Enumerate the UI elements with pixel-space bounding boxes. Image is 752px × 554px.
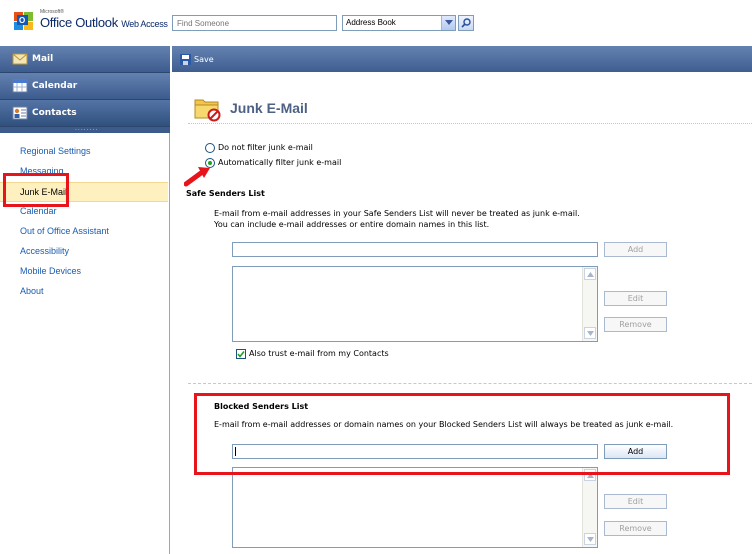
nav-item-accessibility[interactable]: Accessibility — [0, 242, 168, 262]
search-button[interactable] — [458, 15, 474, 31]
red-arrow-icon — [184, 167, 210, 187]
nav-calendar-button[interactable]: Calendar — [0, 73, 170, 100]
blocked-senders-highlight-box — [194, 393, 730, 475]
safe-senders-desc-line1: E-mail from e-mail addresses in your Saf… — [214, 209, 580, 218]
contacts-icon — [12, 106, 28, 120]
address-book-select[interactable]: Address Book — [342, 15, 456, 31]
logo-product-name: Office Outlook — [40, 15, 118, 30]
scroll-down-icon[interactable] — [584, 533, 596, 545]
nav-mail-button[interactable]: Mail — [0, 46, 170, 73]
chevron-down-icon[interactable] — [441, 16, 455, 30]
grip-dots: ........ — [75, 125, 99, 132]
radio-do-not-filter-label: Do not filter junk e-mail — [218, 143, 313, 152]
trust-contacts-label: Also trust e-mail from my Contacts — [249, 349, 389, 358]
safe-senders-input[interactable] — [232, 242, 598, 257]
calendar-icon — [12, 79, 28, 93]
address-book-label: Address Book — [346, 18, 396, 27]
safe-senders-desc-line2: You can include e-mail addresses or enti… — [214, 220, 490, 229]
blocked-edit-button[interactable]: Edit — [604, 494, 667, 509]
scroll-up-icon[interactable] — [584, 268, 596, 280]
nav-item-mobile-devices[interactable]: Mobile Devices — [0, 262, 168, 282]
left-navigation: Mail Calendar Contacts ........ Regional… — [0, 46, 170, 554]
save-toolbar: Save — [172, 46, 752, 72]
blocked-remove-button[interactable]: Remove — [604, 521, 667, 536]
safe-add-button[interactable]: Add — [604, 242, 667, 257]
nav-item-regional-settings[interactable]: Regional Settings — [0, 142, 168, 162]
safe-list-scrollbar[interactable] — [582, 267, 597, 341]
junk-folder-icon — [194, 99, 221, 122]
nav-item-about[interactable]: About — [0, 282, 168, 302]
junk-email-highlight-box — [3, 173, 69, 207]
nav-contacts-button[interactable]: Contacts — [0, 100, 170, 127]
nav-resize-grip[interactable]: ........ — [0, 125, 170, 133]
save-icon — [180, 54, 191, 65]
safe-senders-list[interactable] — [232, 266, 598, 342]
nav-item-out-of-office[interactable]: Out of Office Assistant — [0, 222, 168, 242]
title-divider — [188, 123, 752, 124]
checkbox[interactable] — [236, 349, 246, 359]
logo-product-text: Office Outlook Web Access — [40, 15, 168, 30]
page-title: Junk E-Mail — [230, 100, 308, 116]
scroll-down-icon[interactable] — [584, 327, 596, 339]
save-label: Save — [194, 55, 214, 64]
find-someone-input[interactable] — [172, 15, 337, 31]
nav-mail-label: Mail — [32, 54, 54, 64]
blocked-senders-list[interactable] — [232, 467, 598, 548]
section-divider — [188, 383, 752, 384]
radio-button[interactable] — [205, 143, 215, 153]
nav-contacts-label: Contacts — [32, 108, 77, 118]
nav-calendar-label: Calendar — [32, 81, 78, 91]
radio-auto-filter-label: Automatically filter junk e-mail — [218, 158, 342, 167]
svg-text:O: O — [19, 16, 25, 25]
checkmark-icon — [237, 351, 245, 358]
mail-icon — [12, 53, 28, 65]
search-icon — [461, 18, 471, 28]
outlook-logo-icon: O — [14, 12, 33, 30]
safe-senders-title: Safe Senders List — [186, 189, 265, 198]
safe-edit-button[interactable]: Edit — [604, 291, 667, 306]
blocked-list-scrollbar[interactable] — [582, 468, 597, 547]
main-panel: Save Junk E-Mail Do not filter junk e-ma… — [172, 46, 752, 554]
safe-remove-button[interactable]: Remove — [604, 317, 667, 332]
top-bar: O Microsoft® Office Outlook Web Access A… — [0, 0, 752, 43]
logo-product-suffix: Web Access — [121, 19, 168, 29]
